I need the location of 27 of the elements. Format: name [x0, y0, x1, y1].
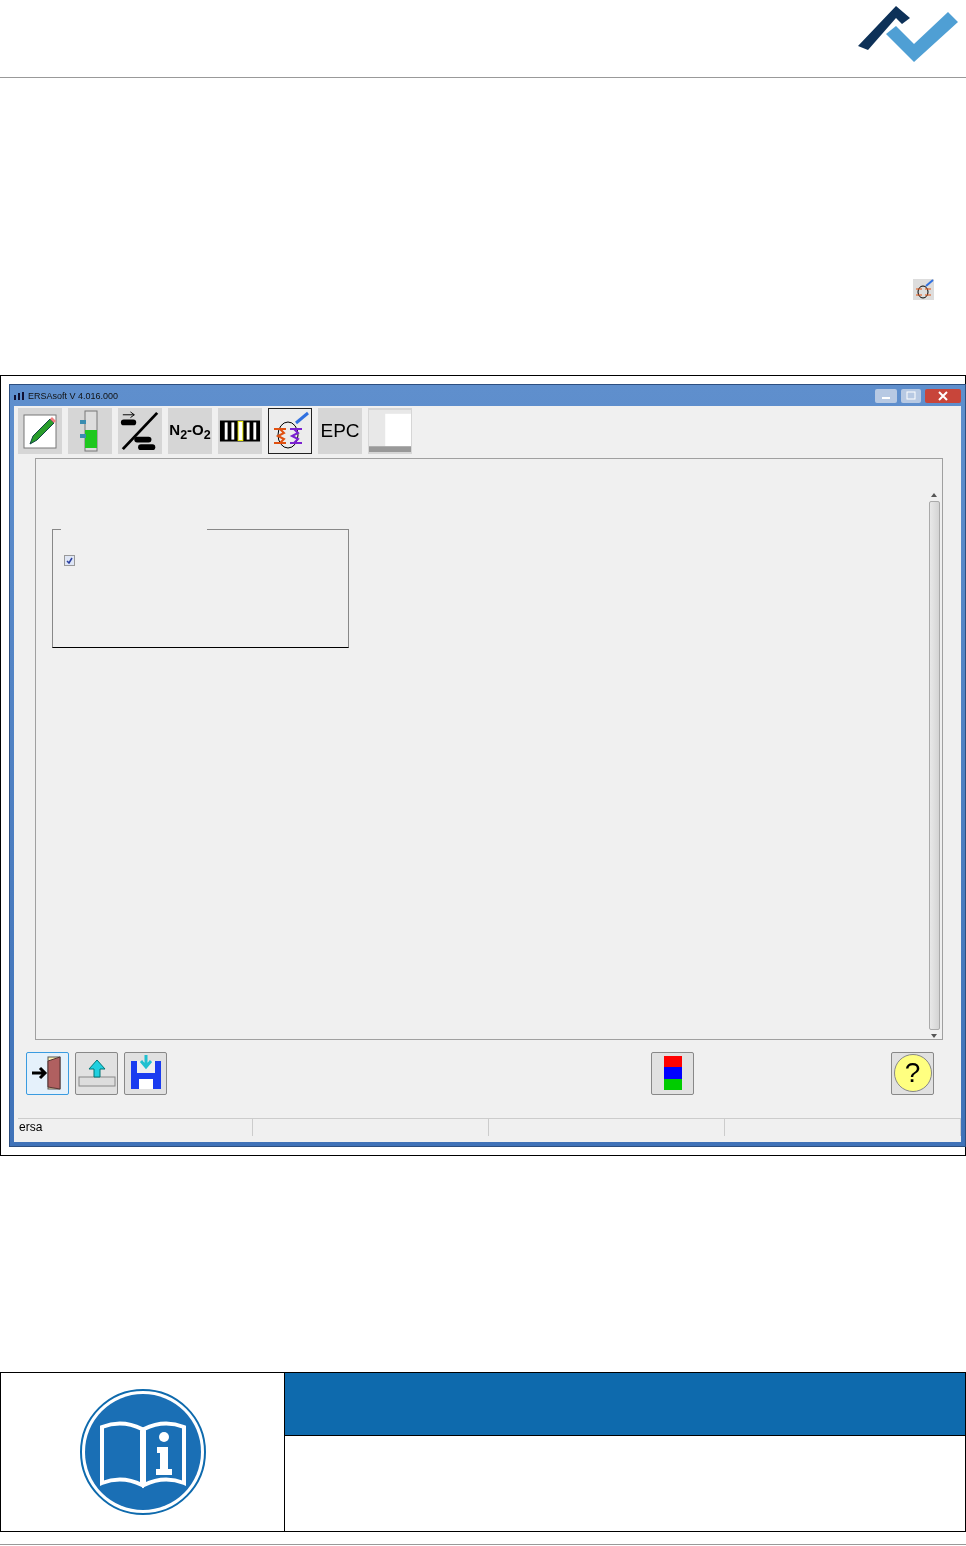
exit-button[interactable]: [26, 1051, 69, 1095]
save-button[interactable]: [124, 1051, 167, 1095]
minimize-button[interactable]: [875, 388, 897, 403]
maximize-button[interactable]: [901, 388, 921, 403]
bars-icon: [219, 419, 261, 443]
help-button[interactable]: ?: [891, 1051, 934, 1095]
upload-button[interactable]: [75, 1051, 118, 1095]
scroll-up-icon[interactable]: [931, 493, 937, 497]
toolbar-button[interactable]: [268, 408, 312, 454]
app-icon: [14, 391, 24, 400]
spreadsheet-icon: [369, 409, 411, 453]
heater-icon: [913, 279, 934, 300]
upload-icon: [76, 1057, 117, 1089]
toolbar-button[interactable]: EPC: [318, 408, 362, 454]
conveyor-icon: [119, 410, 161, 452]
color-bars-icon: [662, 1055, 683, 1091]
status-text: ersa: [18, 1119, 253, 1136]
checkbox[interactable]: [64, 555, 75, 566]
scroll-down-icon[interactable]: [931, 1034, 937, 1038]
window-title: ERSAsoft V 4.016.000: [28, 390, 120, 401]
info-manual-icon: [79, 1389, 206, 1515]
scrollbar[interactable]: [928, 493, 940, 1038]
pencil-icon: [22, 412, 58, 450]
colors-button[interactable]: [651, 1051, 694, 1095]
toolbar-button[interactable]: N$_{2}$-O$_{2}$: [168, 408, 212, 454]
close-button[interactable]: [925, 388, 961, 403]
floppy-save-icon: [128, 1055, 163, 1091]
